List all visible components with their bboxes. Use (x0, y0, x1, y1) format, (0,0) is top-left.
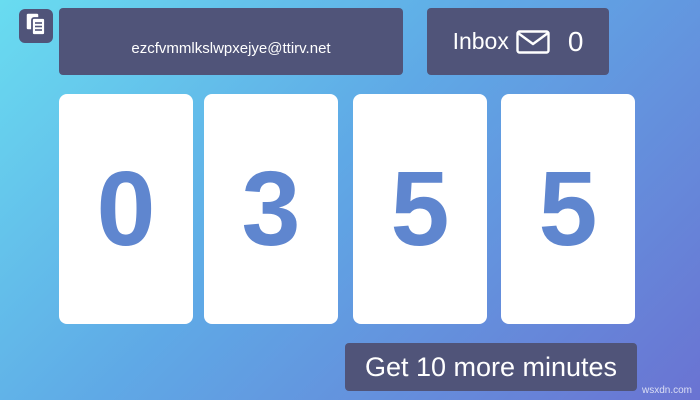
copy-email-button[interactable] (19, 9, 53, 43)
timer-digit-minutes-ones: 3 (204, 94, 338, 324)
inbox-button[interactable]: Inbox 0 (427, 8, 609, 75)
inbox-label: Inbox (452, 28, 509, 54)
get-more-minutes-button[interactable]: Get 10 more minutes (345, 343, 637, 391)
timer-digit-minutes-tens: 0 (59, 94, 193, 324)
timer-digit-value: 5 (538, 149, 598, 268)
get-more-minutes-label: Get 10 more minutes (364, 351, 618, 382)
email-display[interactable]: ezcfvmmlkslwpxejye@ttirv.net (59, 8, 403, 75)
timer-digit-value: 3 (241, 149, 301, 268)
timer-digit-seconds-ones: 5 (501, 94, 635, 324)
email-address[interactable]: ezcfvmmlkslwpxejye@ttirv.net (131, 40, 330, 57)
inbox-count: 0 (567, 25, 584, 57)
timer-digit-value: 0 (96, 149, 156, 268)
watermark: wsxdn.com (641, 385, 692, 396)
timer-digit-value: 5 (390, 149, 450, 268)
copy-icon (24, 11, 48, 42)
envelope-icon (516, 29, 550, 54)
timer-digit-seconds-tens: 5 (353, 94, 487, 324)
